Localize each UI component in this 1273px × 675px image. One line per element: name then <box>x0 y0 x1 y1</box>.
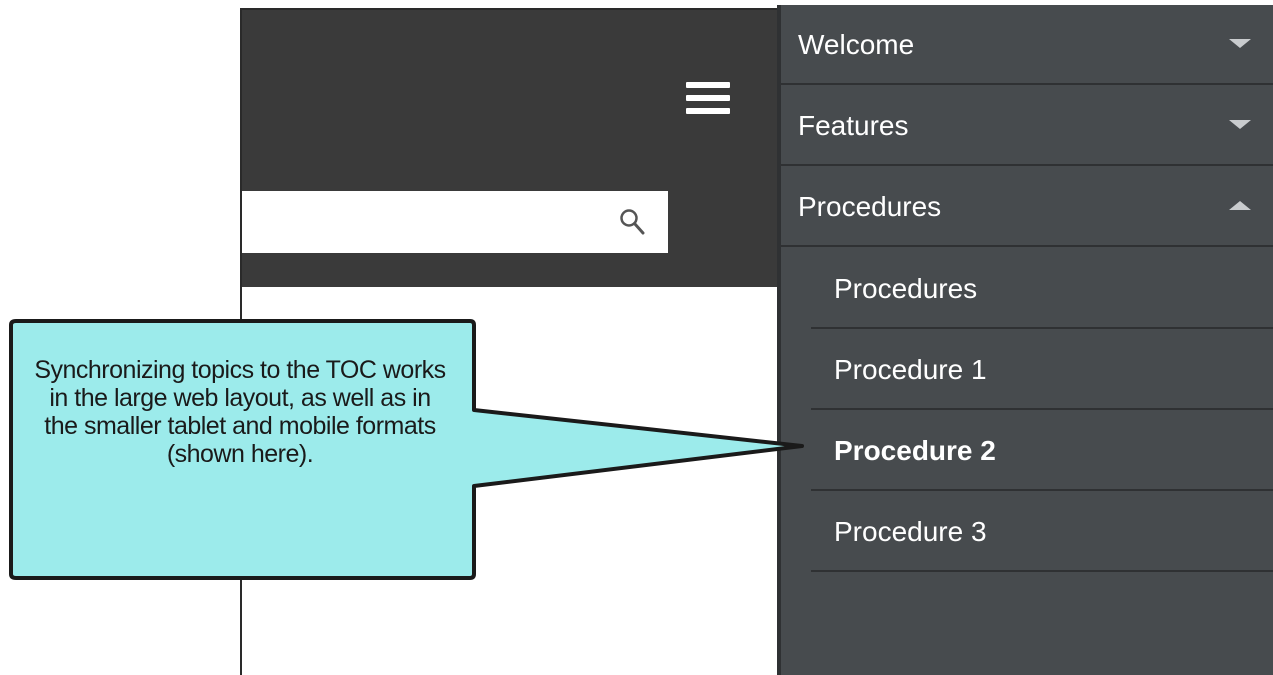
toc-subitem-label: Procedure 3 <box>834 516 987 547</box>
toc-item-features[interactable]: Features <box>781 86 1273 166</box>
page-header <box>242 10 777 287</box>
toc-subitem-procedures[interactable]: Procedures <box>811 248 1273 329</box>
toc-subitem-label: Procedure 1 <box>834 354 987 385</box>
toc-item-procedures[interactable]: Procedures <box>781 167 1273 247</box>
toc-subitem-procedure-3[interactable]: Procedure 3 <box>811 491 1273 572</box>
callout-text: Synchronizing topics to the TOC works in… <box>34 356 446 468</box>
toc-item-welcome[interactable]: Welcome <box>781 5 1273 85</box>
toc-item-label: Features <box>798 110 909 141</box>
toc-subitem-label: Procedure 2 <box>834 435 996 466</box>
chevron-down-icon <box>1229 39 1251 48</box>
toc-item-label: Procedures <box>798 191 942 222</box>
toc-subitem-label: Procedures <box>834 273 978 304</box>
search-bar <box>242 191 668 253</box>
toc-subitem-procedure-1[interactable]: Procedure 1 <box>811 329 1273 410</box>
toc-panel: Welcome Features Procedures Procedures P… <box>777 5 1273 675</box>
toc-item-label: Welcome <box>798 29 915 60</box>
page-content <box>240 8 777 675</box>
toc-subitem-procedure-2[interactable]: Procedure 2 <box>811 410 1273 491</box>
chevron-up-icon <box>1229 201 1251 210</box>
chevron-down-icon <box>1229 120 1251 129</box>
search-input[interactable] <box>242 191 602 253</box>
search-icon[interactable] <box>618 207 646 237</box>
hamburger-menu-icon[interactable] <box>686 82 730 116</box>
